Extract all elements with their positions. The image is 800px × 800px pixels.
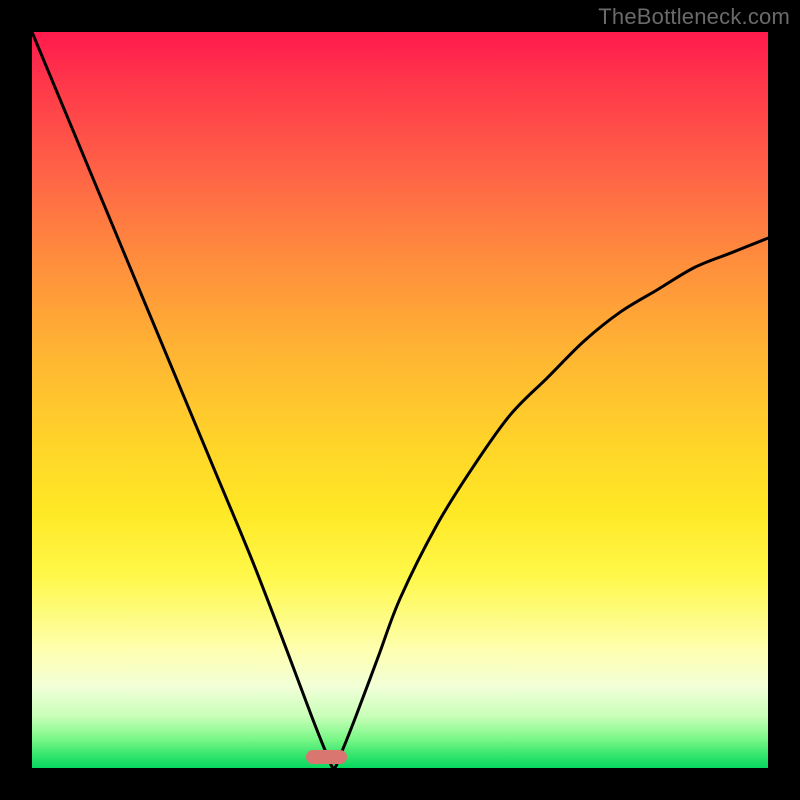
optimum-marker (306, 750, 346, 764)
curve-svg (32, 32, 768, 768)
plot-area (32, 32, 768, 768)
watermark-text: TheBottleneck.com (598, 4, 790, 30)
bottleneck-curve (32, 32, 768, 768)
chart-frame: TheBottleneck.com (0, 0, 800, 800)
